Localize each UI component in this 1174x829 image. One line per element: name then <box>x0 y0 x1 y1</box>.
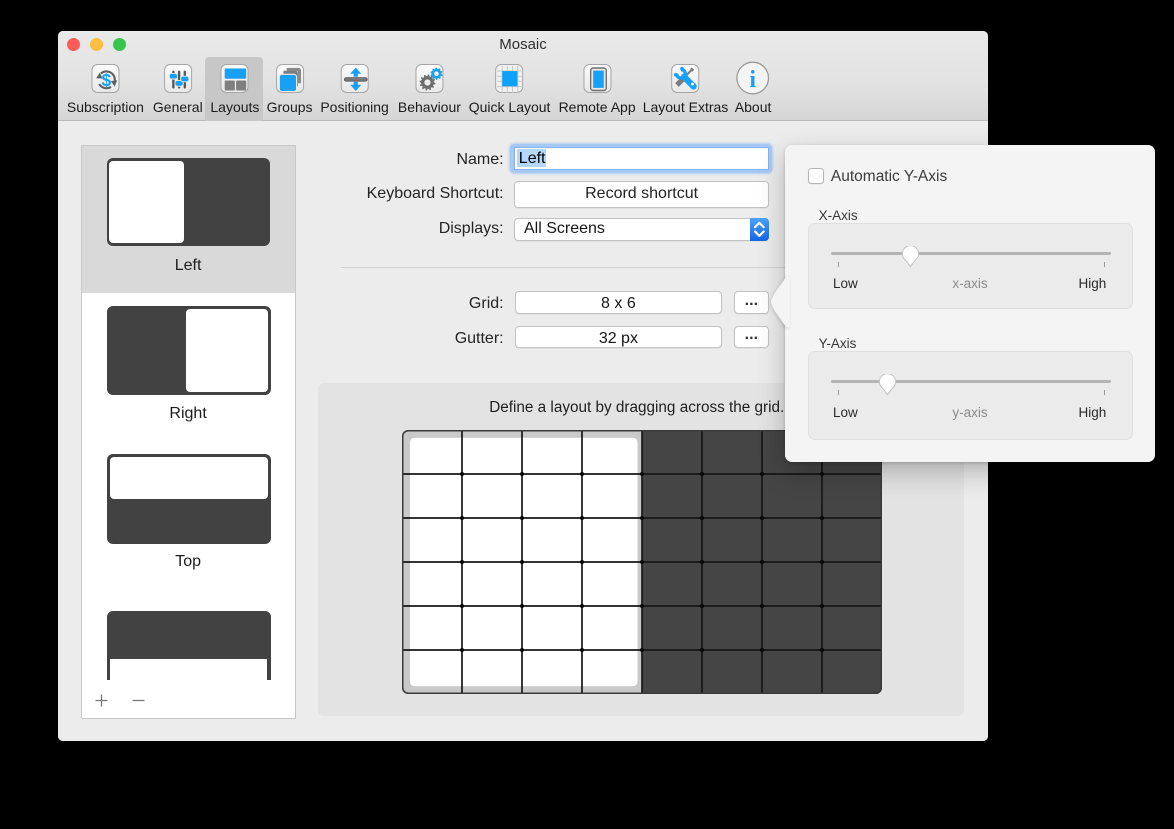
svg-text:i: i <box>750 67 757 93</box>
svg-text:$: $ <box>101 70 111 90</box>
